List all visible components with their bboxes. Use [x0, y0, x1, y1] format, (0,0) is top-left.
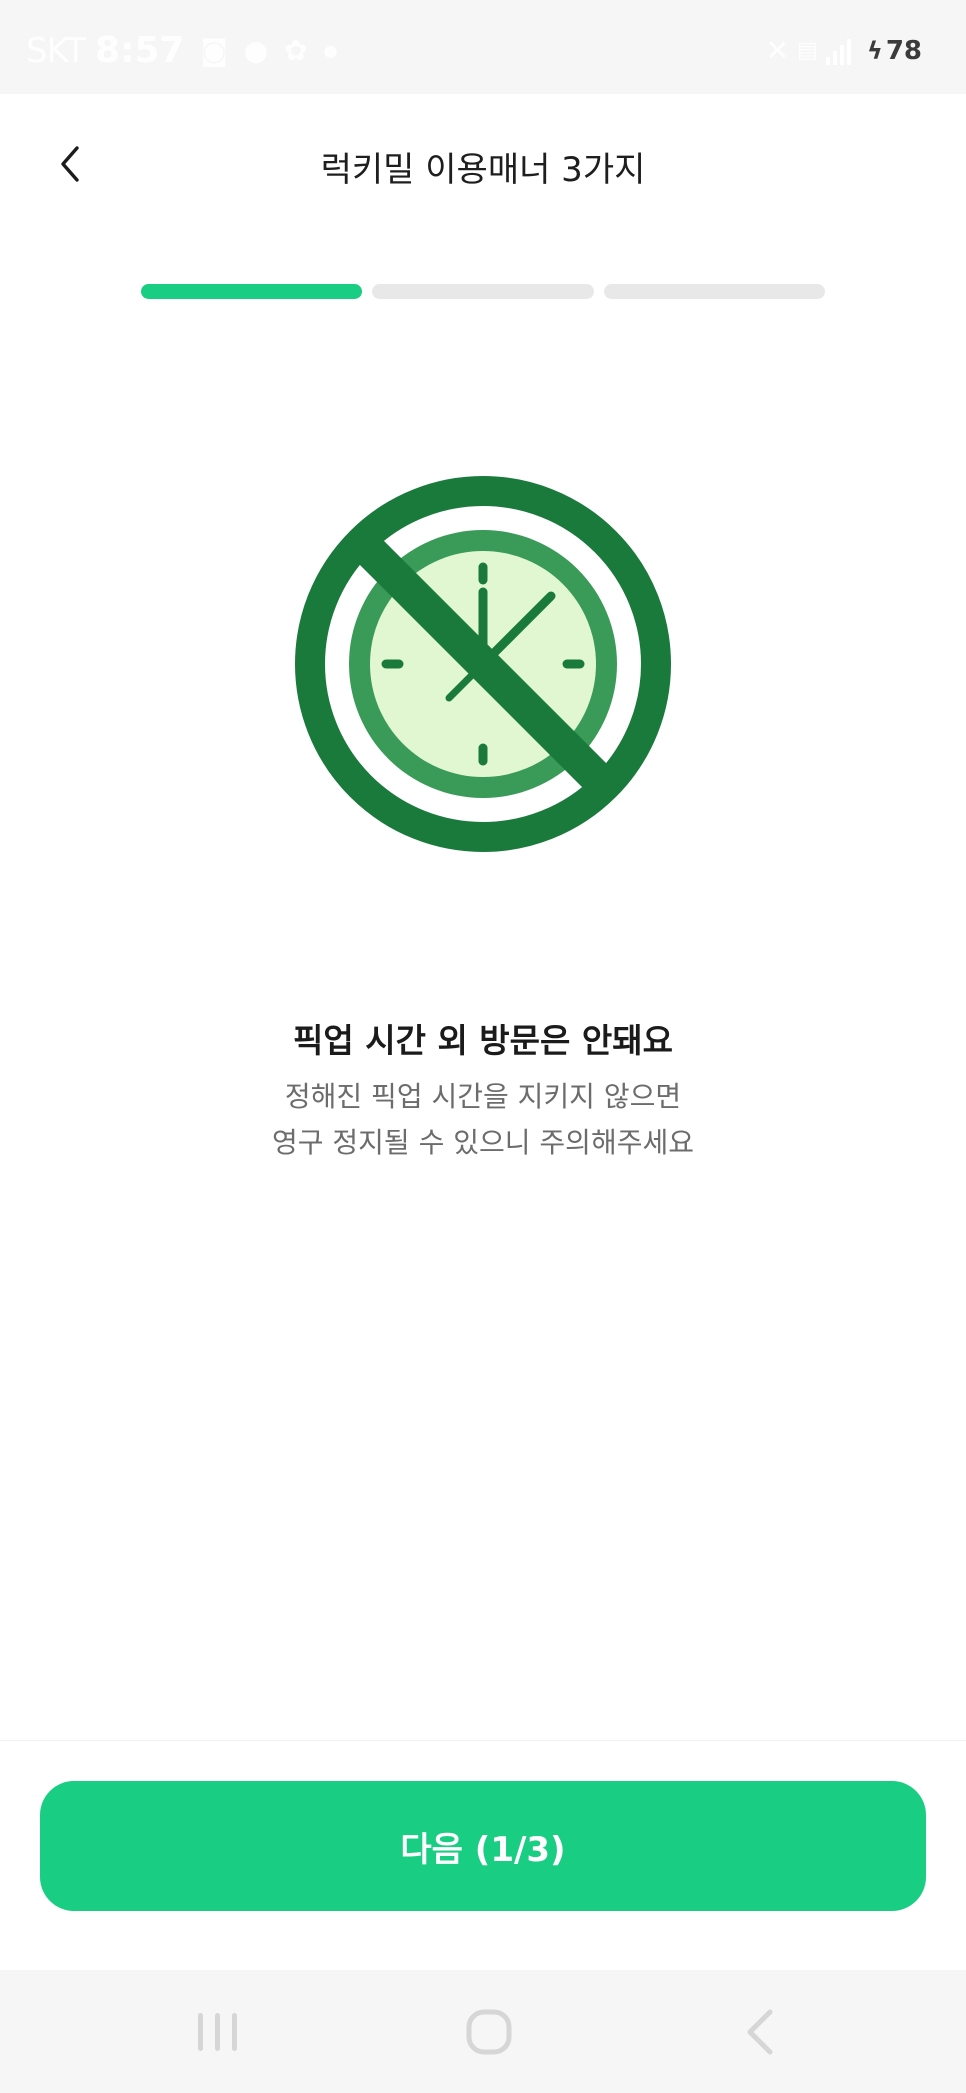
description-line-2: 영구 정지될 수 있으니 주의해주세요	[271, 1126, 694, 1159]
battery-indicator: ϟ 78	[867, 36, 922, 66]
dot-icon: ●	[323, 41, 338, 60]
status-left: SKT 8:57 ◙ ● ✿ ●	[26, 30, 338, 71]
headline: 픽업 시간 외 방문은 안돼요	[293, 1021, 673, 1060]
charging-icon: ϟ	[866, 36, 883, 65]
status-bar: SKT 8:57 ◙ ● ✿ ● ✕ ▤ ϟ 78	[0, 0, 966, 94]
description: 정해진 픽업 시간을 지키지 않으면 영구 정지될 수 있으니 주의해주세요	[0, 1074, 966, 1166]
progress-step-1	[141, 284, 363, 299]
footer: 다음 (1/3)	[0, 1740, 966, 1971]
signal-icon	[825, 37, 851, 65]
system-nav-bar	[0, 1970, 966, 2093]
mute-icon: ✕	[765, 34, 790, 67]
page-title: 럭키밀 이용매너 3가지	[320, 150, 646, 190]
battery-level: 78	[885, 35, 922, 66]
status-right: ✕ ▤ ϟ 78	[766, 34, 922, 67]
recent-apps-button[interactable]	[178, 1992, 258, 2072]
carrier-label: SKT	[26, 30, 86, 71]
progress-step-2	[372, 284, 594, 299]
home-icon	[466, 2009, 512, 2055]
description-line-1: 정해진 픽업 시간을 지키지 않으면	[284, 1080, 682, 1113]
clock: 8:57	[95, 30, 185, 71]
system-back-icon	[747, 2009, 773, 2055]
home-button[interactable]	[449, 1992, 529, 2072]
cat-icon: ✿	[284, 34, 308, 67]
progress-step-3	[603, 284, 825, 299]
header: 럭키밀 이용매너 3가지	[0, 94, 966, 234]
recent-apps-icon	[198, 2013, 237, 2051]
progress-indicator	[141, 284, 825, 299]
no-clock-icon	[295, 476, 671, 852]
chat-bubble-icon: ●	[243, 34, 269, 67]
camera-icon: ◙	[200, 34, 228, 67]
app-screen: 럭키밀 이용매너 3가지 픽업 시간 외 방문은 안돼요 정해진 픽업 시간을 …	[0, 94, 966, 1740]
next-button[interactable]: 다음 (1/3)	[40, 1781, 926, 1911]
system-back-button[interactable]	[720, 1992, 800, 2072]
wifi-icon: ▤	[797, 38, 818, 63]
